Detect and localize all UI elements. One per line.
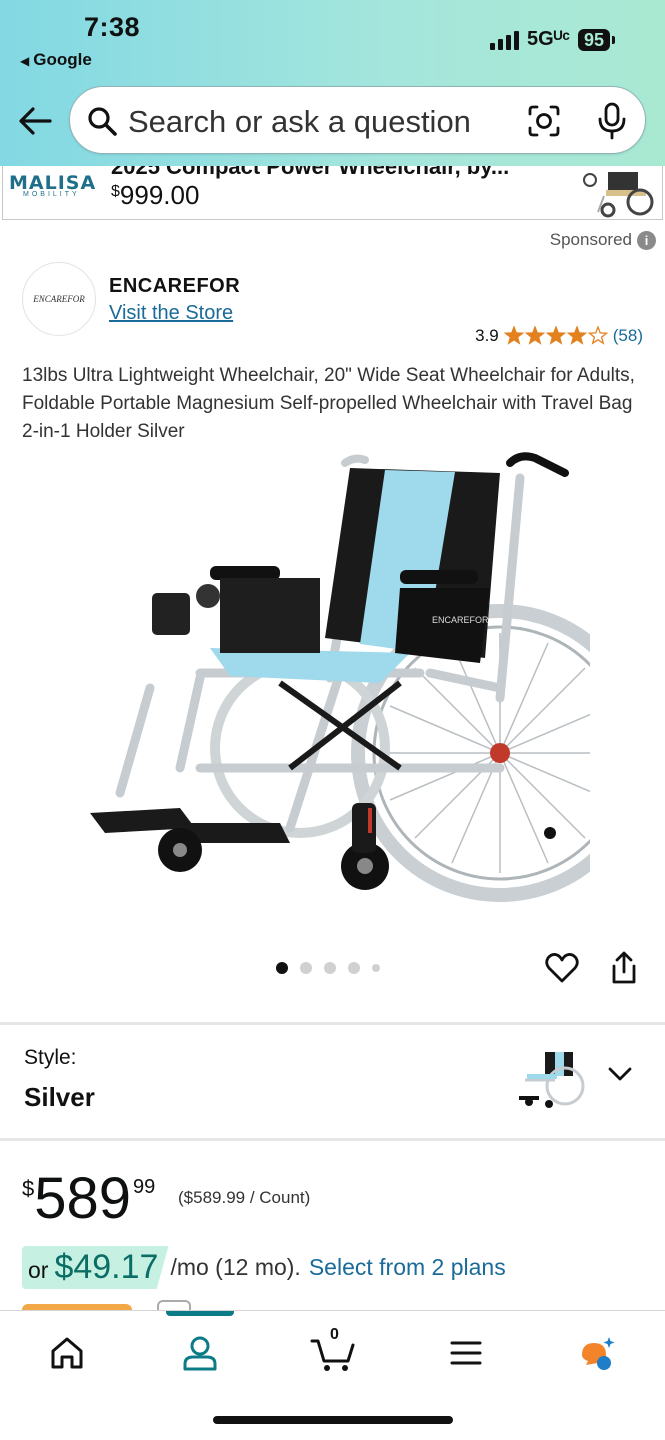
visit-store-link[interactable]: Visit the Store: [109, 302, 233, 325]
monthly-or-label: or: [28, 1257, 49, 1283]
cart-count: 0: [330, 1326, 339, 1343]
rating-star-1: [503, 326, 525, 345]
style-label: Style:: [24, 1046, 77, 1069]
chevron-down-icon[interactable]: [606, 1062, 634, 1086]
microphone-icon[interactable]: [594, 101, 630, 141]
carousel-dot-5[interactable]: [372, 964, 380, 972]
carousel-dot-1[interactable]: [276, 962, 288, 974]
rating-value: 3.9: [475, 326, 499, 345]
signal-icon: [489, 30, 519, 50]
section-divider: [0, 1022, 665, 1025]
ad-wheelchair-thumbnail: [583, 172, 654, 218]
back-triangle-icon: ◀: [20, 54, 30, 68]
price-whole: 589: [34, 1166, 132, 1231]
monthly-payment-chip: or $49.17: [22, 1246, 169, 1289]
status-time: 7:38: [84, 12, 141, 42]
rating-star-4: [566, 326, 588, 345]
back-arrow-icon[interactable]: [16, 102, 54, 140]
carousel-dot-2[interactable]: [300, 962, 312, 974]
ad-price-symbol: $: [111, 183, 120, 200]
search-input[interactable]: Search or ask a question: [128, 104, 471, 140]
rating-star-3: [545, 326, 567, 345]
ad-price: $999.00: [111, 180, 199, 211]
carousel-dot-4[interactable]: [348, 962, 360, 974]
seller-name: ENCAREFOR: [109, 275, 241, 297]
battery-icon: 95: [577, 28, 610, 51]
image-brand-text: ENCAREFOR: [432, 615, 489, 625]
status-indicators: 5Gᵁᶜ 95: [489, 28, 615, 51]
carousel-dot-3[interactable]: [324, 962, 336, 974]
network-type: 5Gᵁᶜ: [526, 28, 570, 50]
home-indicator[interactable]: [213, 1416, 453, 1424]
ad-price-amount: 999.00: [119, 180, 200, 210]
style-thumbnail[interactable]: [515, 1046, 585, 1110]
ad-title: 2025 Compact Power Wheelchair, by...: [111, 166, 510, 179]
monthly-term: /mo (12 mo).: [170, 1254, 301, 1280]
account-icon[interactable]: [180, 1333, 220, 1373]
product-price: $ 589 99: [22, 1168, 155, 1230]
sponsored-text: Sponsored: [549, 230, 632, 249]
product-rating[interactable]: 3.9 (58): [475, 326, 643, 346]
home-icon[interactable]: [47, 1333, 87, 1373]
seller-logo-text: ENCAREFOR: [33, 294, 85, 304]
sponsored-label[interactable]: Sponsored i: [550, 230, 656, 250]
back-app-label: Google: [33, 50, 92, 69]
search-icon: [88, 107, 117, 136]
rating-star-2: [524, 326, 546, 345]
sponsored-ad-banner[interactable]: MALISA MOBILITY 2025 Compact Power Wheel…: [2, 166, 663, 220]
camera-lens-icon[interactable]: [526, 103, 562, 139]
menu-icon[interactable]: [446, 1333, 486, 1373]
rufus-icon[interactable]: [576, 1333, 616, 1373]
style-value: Silver: [24, 1082, 95, 1112]
seller-logo[interactable]: ENCAREFOR: [22, 262, 96, 336]
product-title: 13lbs Ultra Lightweight Wheelchair, 20" …: [22, 365, 635, 442]
back-to-app-link[interactable]: ◀ Google: [20, 50, 92, 70]
rating-count[interactable]: (58): [613, 326, 643, 346]
search-bar[interactable]: Search or ask a question: [69, 86, 646, 154]
section-divider: [0, 1138, 665, 1141]
rating-stars-icon: [503, 326, 608, 345]
select-plans-link[interactable]: Select from 2 plans: [309, 1254, 506, 1281]
monthly-payment: or $49.17 /mo (12 mo). Select from 2 plan…: [22, 1246, 506, 1289]
rating-star-5: [587, 326, 608, 345]
product-image-wheelchair[interactable]: ENCAREFOR: [80, 448, 590, 908]
app-header: 7:38 ◀ Google 5Gᵁᶜ 95 Search or ask a que…: [0, 0, 665, 166]
share-icon[interactable]: [608, 950, 640, 986]
price-symbol: $: [22, 1176, 35, 1201]
active-tab-indicator: [166, 1311, 234, 1316]
battery-tip: [612, 35, 615, 44]
unit-price: ($589.99 / Count): [178, 1188, 311, 1207]
monthly-amount: $49.17: [54, 1248, 159, 1286]
price-fraction: 99: [133, 1176, 156, 1198]
malisa-logo: MALISA MOBILITY: [9, 172, 105, 204]
image-carousel-dots[interactable]: [276, 962, 380, 974]
info-icon[interactable]: i: [637, 230, 656, 250]
heart-icon[interactable]: [544, 950, 580, 986]
